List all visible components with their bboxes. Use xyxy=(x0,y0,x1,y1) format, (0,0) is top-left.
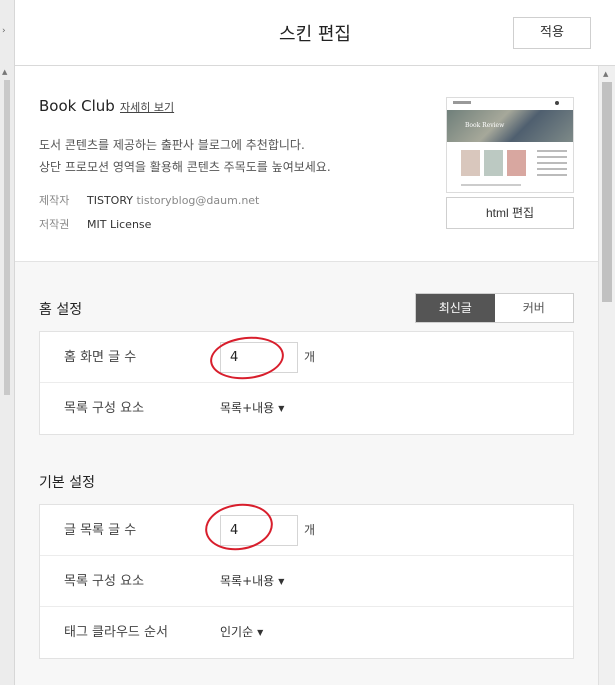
unit-label: 개 xyxy=(304,350,316,364)
html-edit-button[interactable]: html 편집 xyxy=(446,197,574,229)
left-scrollbar-thumb[interactable] xyxy=(4,80,10,395)
author-name: TISTORY xyxy=(87,194,133,207)
home-settings-panel: 홈 화면 글 수 4 개 목록 구성 요소 목록+내용 ▼ xyxy=(39,331,574,435)
tab-latest-posts[interactable]: 최신글 xyxy=(416,294,495,322)
settings-row: 목록 구성 요소 목록+내용 ▼ xyxy=(40,556,573,607)
caret-down-icon: ▼ xyxy=(278,577,285,586)
basic-settings-panel: 글 목록 글 수 4 개 목록 구성 요소 목록+내용 ▼ 태그 클라우드 순서 … xyxy=(39,504,574,659)
header-bar: 스킨 편집 적용 xyxy=(15,0,615,66)
row-label: 태그 클라우드 순서 xyxy=(64,625,168,640)
skin-name: Book Club xyxy=(39,97,115,115)
caret-down-icon: ▼ xyxy=(278,404,285,413)
description-line: 도서 콘텐츠를 제공하는 출판사 블로그에 추천합니다. xyxy=(39,138,305,152)
row-label: 글 목록 글 수 xyxy=(64,523,137,538)
scrollbar-thumb[interactable] xyxy=(602,82,612,302)
license-value: MIT License xyxy=(87,218,152,231)
skin-description: 도서 콘텐츠를 제공하는 출판사 블로그에 추천합니다. 상단 프로모션 영역을… xyxy=(39,134,331,178)
scroll-up-arrow-icon[interactable]: ▲ xyxy=(2,68,7,76)
license-row: 저작권 MIT License xyxy=(39,216,151,232)
author-email: tistoryblog@daum.net xyxy=(136,194,260,207)
detail-link[interactable]: 자세히 보기 xyxy=(120,99,174,115)
dropdown-value: 목록+내용 xyxy=(220,401,275,415)
list-component-dropdown[interactable]: 목록+내용 ▼ xyxy=(220,556,284,607)
thumbnail-banner-text: Book Review xyxy=(465,122,505,129)
home-type-toggle: 최신글 커버 xyxy=(415,293,574,323)
settings-row: 태그 클라우드 순서 인기순 ▼ xyxy=(40,607,573,658)
skin-info-section: Book Club 자세히 보기 도서 콘텐츠를 제공하는 출판사 블로그에 추… xyxy=(15,66,598,262)
dropdown-value: 인기순 xyxy=(220,625,254,639)
basic-settings-title: 기본 설정 xyxy=(39,475,95,491)
home-settings-title: 홈 설정 xyxy=(39,302,83,318)
row-label: 목록 구성 요소 xyxy=(64,574,145,589)
home-post-count-input[interactable]: 4 xyxy=(220,342,298,373)
skin-thumbnail: Book Review xyxy=(446,97,574,193)
tab-cover[interactable]: 커버 xyxy=(494,294,573,322)
apply-button[interactable]: 적용 xyxy=(513,17,591,49)
chevron-right-icon[interactable]: › xyxy=(2,26,6,36)
author-row: 제작자 TISTORY tistoryblog@daum.net xyxy=(39,192,259,208)
list-component-dropdown[interactable]: 목록+내용 ▼ xyxy=(220,383,284,434)
description-line: 상단 프로모션 영역을 활용해 콘텐츠 주목도를 높여보세요. xyxy=(39,160,331,174)
row-label: 목록 구성 요소 xyxy=(64,401,145,416)
scrollbar[interactable]: ▲ xyxy=(598,66,615,685)
unit-label: 개 xyxy=(304,523,316,537)
author-label: 제작자 xyxy=(39,194,70,207)
scroll-up-arrow-icon[interactable]: ▲ xyxy=(603,70,608,78)
license-label: 저작권 xyxy=(39,218,70,231)
tag-cloud-order-dropdown[interactable]: 인기순 ▼ xyxy=(220,607,263,658)
settings-row: 홈 화면 글 수 4 개 xyxy=(40,332,573,383)
caret-down-icon: ▼ xyxy=(257,628,264,637)
left-panel-edge: › ▲ xyxy=(0,0,15,685)
dropdown-value: 목록+내용 xyxy=(220,574,275,588)
settings-row: 목록 구성 요소 목록+내용 ▼ xyxy=(40,383,573,434)
settings-row: 글 목록 글 수 4 개 xyxy=(40,505,573,556)
row-label: 홈 화면 글 수 xyxy=(64,350,137,365)
list-post-count-input[interactable]: 4 xyxy=(220,515,298,546)
